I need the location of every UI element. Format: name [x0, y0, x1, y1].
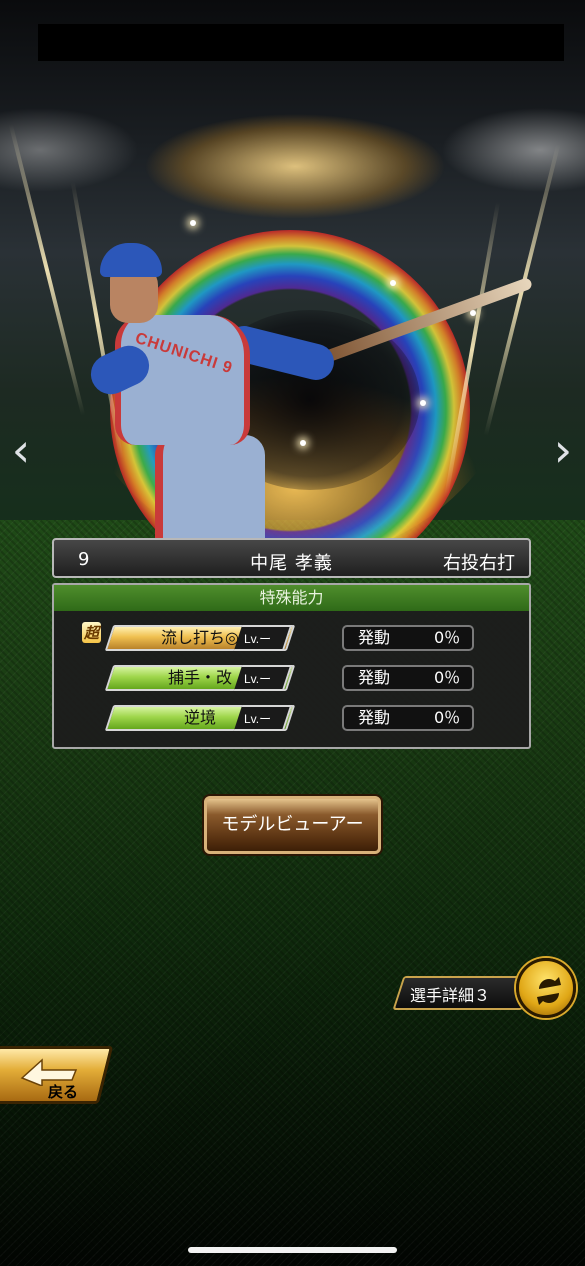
activation-value: 0％	[434, 708, 461, 727]
ability-row[interactable]: 逆境 Lv.ー 発動 0％	[54, 705, 529, 731]
top-black-bar	[38, 24, 564, 61]
ability-level: Lv.ー	[244, 632, 272, 646]
chevron-left-icon[interactable]: ‹	[6, 425, 36, 475]
player-card-artwork: CHUNICHI 9	[0, 60, 585, 560]
ability-level: Lv.ー	[244, 672, 272, 686]
sparkle	[390, 280, 396, 286]
chevron-right-icon[interactable]: ›	[548, 425, 578, 475]
model-viewer-button[interactable]: モデルビューアー	[204, 796, 381, 854]
swap-arrows-icon[interactable]	[516, 958, 576, 1018]
ability-level: Lv.ー	[244, 712, 272, 726]
player-info-header: 9 中尾 孝義 右投右打	[52, 538, 531, 578]
sparkle	[190, 220, 196, 226]
activation-value: 0％	[434, 668, 461, 687]
ability-prefix-badge: 超	[82, 622, 102, 643]
special-abilities-panel: 特殊能力 超 流し打ち◎ Lv.ー 発動 0％ 捕手・改 Lv.ー 発動 0％ …	[52, 583, 531, 749]
player-illustration: CHUNICHI 9	[55, 235, 534, 560]
activation-value: 0％	[434, 628, 461, 647]
activation-label: 発動	[358, 628, 391, 647]
player-detail-label[interactable]: 選手詳細３	[410, 982, 490, 1006]
sparkle	[420, 400, 426, 406]
ability-row[interactable]: 捕手・改 Lv.ー 発動 0％	[54, 665, 529, 691]
home-indicator	[188, 1247, 397, 1253]
special-abilities-title: 特殊能力	[54, 585, 529, 611]
activation-label: 発動	[358, 708, 391, 727]
ability-row[interactable]: 超 流し打ち◎ Lv.ー 発動 0％	[54, 622, 529, 651]
activation-label: 発動	[358, 668, 391, 687]
player-handedness: 右投右打	[443, 553, 515, 574]
back-label[interactable]: 戻る	[48, 1081, 78, 1102]
sparkle	[470, 310, 476, 316]
player-cap	[100, 243, 162, 277]
